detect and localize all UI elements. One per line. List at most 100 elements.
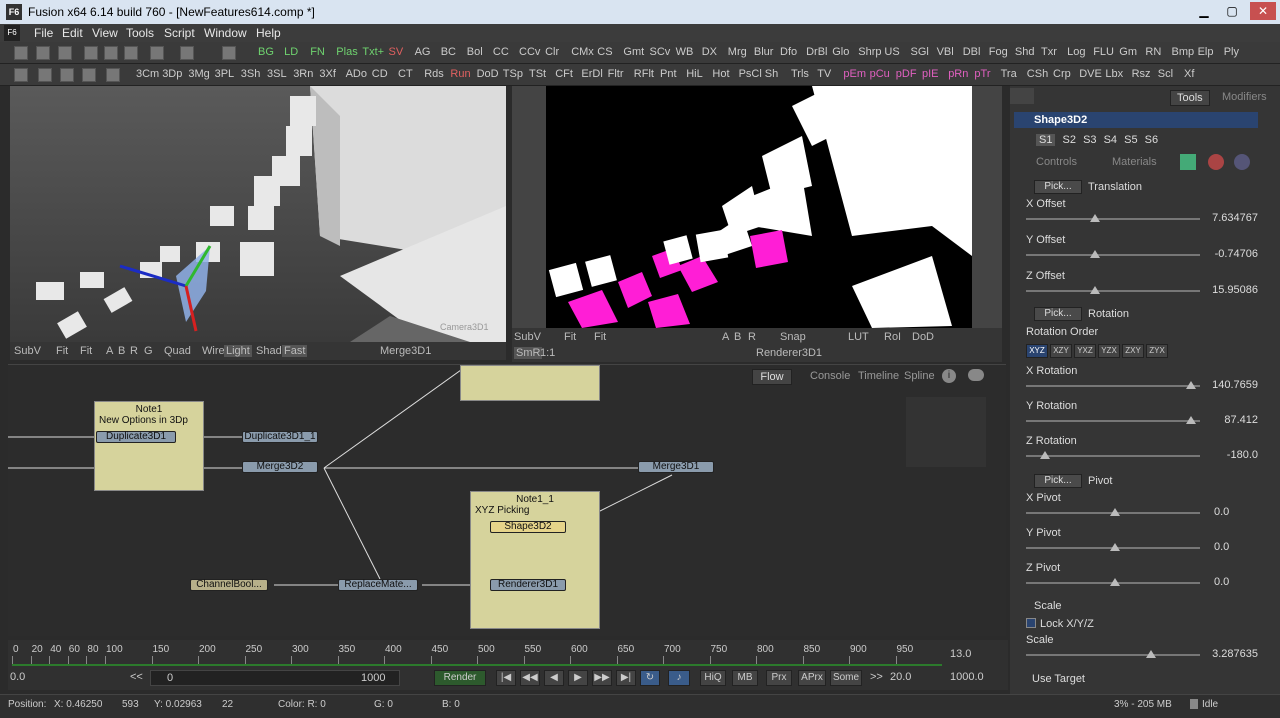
z-rotation-slider[interactable] [1026, 451, 1200, 459]
minimize-button[interactable]: ▁ [1192, 2, 1216, 20]
layout-split-icon[interactable] [38, 68, 52, 82]
tab-console[interactable]: Console [810, 370, 850, 382]
channel-a-button[interactable]: A [106, 345, 113, 357]
y-pivot-slider[interactable] [1026, 543, 1200, 551]
delete-icon[interactable] [222, 46, 236, 60]
tool-button-bc[interactable]: BC [441, 46, 456, 58]
some-button[interactable]: Some [830, 670, 862, 686]
tool-button-fn[interactable]: FN [310, 46, 325, 58]
tab-controls[interactable]: Controls [1036, 156, 1077, 168]
slider-knob[interactable] [1110, 578, 1120, 586]
layout-single-icon[interactable] [14, 68, 28, 82]
node-duplicate3d1[interactable]: Duplicate3D1 [96, 431, 176, 443]
channel-b-button-right[interactable]: B [734, 331, 741, 343]
tool-button-cft[interactable]: CFt [555, 68, 573, 80]
subtab-s6[interactable]: S6 [1145, 134, 1158, 146]
loop-icon[interactable]: ↻ [640, 670, 660, 686]
tab-timeline[interactable]: Timeline [858, 370, 899, 382]
tool-button-erdl[interactable]: ErDl [581, 68, 602, 80]
tool-button-us[interactable]: US [884, 46, 899, 58]
maximize-button[interactable]: ▢ [1220, 2, 1244, 20]
fit-button-2[interactable]: Fit [80, 345, 92, 357]
pick-rotation-button[interactable]: Pick... [1034, 307, 1082, 321]
tool-button-wb[interactable]: WB [676, 46, 694, 58]
tab-modifiers[interactable]: Modifiers [1222, 91, 1267, 103]
tool-button-glo[interactable]: Glo [832, 46, 849, 58]
tool-button-rsz[interactable]: Rsz [1132, 68, 1151, 80]
tool-button-mrg[interactable]: Mrg [728, 46, 747, 58]
x-rotation-value[interactable]: 140.7659 [1200, 379, 1258, 393]
menu-view[interactable]: View [92, 26, 118, 40]
tool-button-dve[interactable]: DVE [1079, 68, 1102, 80]
z-rotation-control[interactable]: Z Rotation -180.0 [1010, 435, 1270, 469]
subtab-s4[interactable]: S4 [1104, 134, 1117, 146]
tool-button-pnt[interactable]: Pnt [660, 68, 677, 80]
tool-button-ccv[interactable]: CCv [519, 46, 540, 58]
tool-button-bmp[interactable]: Bmp [1172, 46, 1195, 58]
scale-1-1-button[interactable]: 1:1 [540, 347, 555, 359]
tool-button-log[interactable]: Log [1067, 46, 1085, 58]
layout-horizontal-icon[interactable] [60, 68, 74, 82]
go-start-icon[interactable]: |◀ [496, 670, 516, 686]
menu-file[interactable]: File [34, 26, 53, 40]
hiq-button[interactable]: HiQ [700, 670, 726, 686]
node-duplicate3d1-1[interactable]: Duplicate3D1_1 [242, 431, 318, 443]
tool-button-pie[interactable]: pIE [922, 68, 939, 80]
tool-button-cmx[interactable]: CMx [571, 46, 594, 58]
x-rotation-control[interactable]: X Rotation 140.7659 [1010, 365, 1270, 399]
slider-knob[interactable] [1186, 416, 1196, 424]
subtab-s2[interactable]: S2 [1063, 134, 1076, 146]
tool-button-dx[interactable]: DX [702, 46, 717, 58]
smr-button[interactable]: SmR [514, 347, 543, 359]
tool-button-rn[interactable]: RN [1145, 46, 1161, 58]
play-reverse-icon[interactable]: ◀ [544, 670, 564, 686]
panel-menu-icon[interactable] [1010, 88, 1034, 104]
tool-button-3xf[interactable]: 3Xf [319, 68, 336, 80]
audio-icon[interactable]: ♪ [668, 670, 690, 686]
light-button[interactable]: Light [224, 345, 252, 357]
scale-slider[interactable] [1026, 650, 1200, 658]
tool-button-csh[interactable]: CSh [1027, 68, 1048, 80]
slider-knob[interactable] [1040, 451, 1050, 459]
tool-button-plas[interactable]: Plas [336, 46, 357, 58]
tool-button-3pl[interactable]: 3PL [215, 68, 235, 80]
channel-r-button-right[interactable]: R [748, 331, 756, 343]
tool-button-prn[interactable]: pRn [948, 68, 968, 80]
channel-g-button[interactable]: G [144, 345, 153, 357]
settings-icon[interactable] [1208, 154, 1224, 170]
scale-control[interactable]: Scale 3.287635 [1010, 634, 1270, 668]
tool-button-cs[interactable]: CS [597, 46, 612, 58]
tool-button-drbl[interactable]: DrBl [806, 46, 827, 58]
tab-spline[interactable]: Spline [904, 370, 935, 382]
roi-button[interactable]: RoI [884, 331, 901, 343]
subtab-s5[interactable]: S5 [1124, 134, 1137, 146]
tool-button-scl[interactable]: Scl [1158, 68, 1173, 80]
slider-knob[interactable] [1186, 381, 1196, 389]
redo-icon[interactable] [180, 46, 194, 60]
menu-tools[interactable]: Tools [126, 26, 154, 40]
node-shape3d2[interactable]: Shape3D2 [490, 521, 566, 533]
tool-button-vbl[interactable]: VBl [937, 46, 954, 58]
fps-field[interactable]: 20.0 [890, 671, 911, 683]
tool-button-sgl[interactable]: SGl [911, 46, 929, 58]
tool-button-sv[interactable]: SV [389, 46, 404, 58]
tool-button-ado[interactable]: ADo [346, 68, 367, 80]
render-start-field[interactable]: 0.0 [10, 671, 25, 683]
save-icon[interactable] [58, 46, 72, 60]
channel-a-button-right[interactable]: A [722, 331, 729, 343]
order-yzx-button[interactable]: YZX [1098, 344, 1120, 358]
y-pivot-value[interactable]: 0.0 [1200, 541, 1258, 555]
tool-button-3mg[interactable]: 3Mg [188, 68, 209, 80]
tool-button-3cm[interactable]: 3Cm [136, 68, 159, 80]
global-end-field[interactable]: 1000.0 [950, 671, 984, 683]
tab-tools[interactable]: Tools [1170, 90, 1210, 106]
note-top[interactable] [460, 365, 600, 401]
slider-knob[interactable] [1110, 543, 1120, 551]
pick-pivot-button[interactable]: Pick... [1034, 474, 1082, 488]
tool-button-3sh[interactable]: 3Sh [241, 68, 261, 80]
tool-button-hil[interactable]: HiL [686, 68, 703, 80]
node-merge3d2[interactable]: Merge3D2 [242, 461, 318, 473]
pick-translation-button[interactable]: Pick... [1034, 180, 1082, 194]
order-yxz-button[interactable]: YXZ [1074, 344, 1096, 358]
wire-button[interactable]: Wire [202, 345, 225, 357]
